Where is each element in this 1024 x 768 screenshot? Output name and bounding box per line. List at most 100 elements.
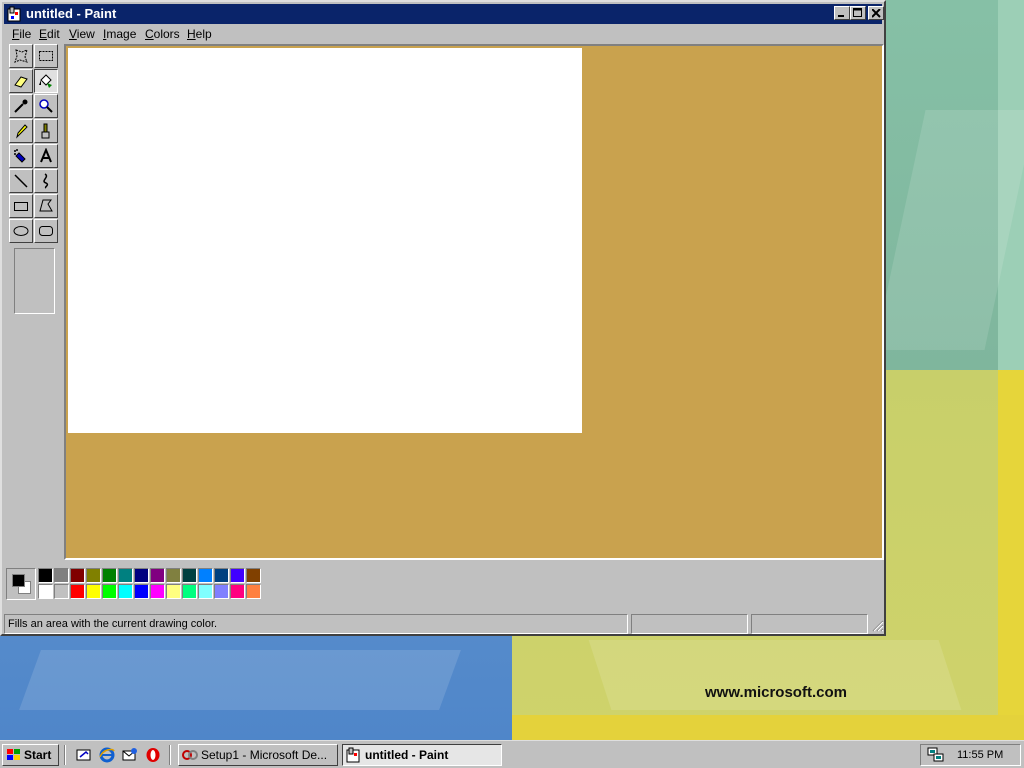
tool-fill-with-color[interactable]: [34, 69, 58, 93]
menu-view[interactable]: View: [69, 27, 95, 41]
drawing-canvas[interactable]: [68, 48, 582, 433]
resize-grip-icon[interactable]: [870, 618, 884, 632]
polygon-icon: [39, 199, 53, 212]
palette-swatch[interactable]: [182, 584, 197, 599]
network-icon[interactable]: [927, 747, 945, 763]
palette-swatch[interactable]: [214, 584, 229, 599]
tool-brush[interactable]: [34, 119, 58, 143]
palette-swatch[interactable]: [102, 568, 117, 583]
palette-swatch[interactable]: [70, 568, 85, 583]
current-colors-indicator[interactable]: [6, 568, 36, 600]
setup-app-icon: [182, 750, 198, 760]
palette-swatch[interactable]: [86, 568, 101, 583]
tool-pick-color[interactable]: [9, 94, 33, 118]
eraser-icon: [14, 76, 28, 88]
palette-swatch[interactable]: [118, 584, 133, 599]
tool-polygon[interactable]: [34, 194, 58, 218]
taskbar-task-paint[interactable]: untitled - Paint: [342, 744, 502, 766]
minimize-icon: [838, 15, 844, 17]
palette-swatch[interactable]: [230, 584, 245, 599]
rounded-rectangle-icon: [39, 226, 53, 236]
menu-file[interactable]: File: [12, 27, 31, 41]
palette-swatch[interactable]: [118, 568, 133, 583]
wallpaper-yellow-bar: [998, 370, 1024, 740]
ellipse-icon: [13, 226, 29, 236]
tool-curve[interactable]: [34, 169, 58, 193]
title-bar[interactable]: untitled - Paint: [4, 4, 884, 24]
status-bar: Fills an area with the current drawing c…: [4, 612, 884, 634]
outlook-express-icon[interactable]: [122, 747, 138, 763]
close-icon: [872, 9, 881, 18]
paint-window: untitled - Paint File Edit View Image Co…: [0, 0, 886, 636]
tool-options-box[interactable]: [14, 248, 55, 314]
opera-icon[interactable]: [145, 747, 161, 763]
brush-icon: [41, 123, 50, 139]
palette-swatch[interactable]: [38, 568, 53, 583]
airbrush-icon: [14, 149, 26, 163]
tool-rounded-rectangle[interactable]: [34, 219, 58, 243]
maximize-icon: [853, 8, 862, 17]
magnifier-icon: [39, 99, 53, 113]
tool-select[interactable]: [34, 44, 58, 68]
palette-swatch[interactable]: [246, 568, 261, 583]
tool-magnifier[interactable]: [34, 94, 58, 118]
tool-pencil[interactable]: [9, 119, 33, 143]
tool-free-form-select[interactable]: [9, 44, 33, 68]
tool-eraser[interactable]: [9, 69, 33, 93]
tool-rectangle[interactable]: [9, 194, 33, 218]
pencil-icon: [16, 124, 28, 139]
palette-swatch[interactable]: [86, 584, 101, 599]
rectangle-icon: [14, 202, 28, 211]
foreground-color-swatch: [12, 574, 25, 587]
palette-swatch[interactable]: [134, 584, 149, 599]
curve-icon: [43, 173, 49, 189]
tool-text[interactable]: [34, 144, 58, 168]
palette-swatch[interactable]: [150, 568, 165, 583]
palette-swatch[interactable]: [214, 568, 229, 583]
minimize-button[interactable]: [834, 6, 850, 20]
line-icon: [14, 174, 28, 188]
internet-explorer-icon[interactable]: [99, 747, 115, 763]
show-desktop-icon[interactable]: [76, 747, 92, 763]
palette-swatch[interactable]: [246, 584, 261, 599]
menu-help[interactable]: Help: [187, 27, 212, 41]
status-text: Fills an area with the current drawing c…: [4, 614, 628, 634]
window-title: untitled - Paint: [26, 6, 117, 21]
tool-ellipse[interactable]: [9, 219, 33, 243]
palette-swatch[interactable]: [134, 568, 149, 583]
task-label: untitled - Paint: [365, 748, 449, 762]
text-icon: [40, 148, 52, 163]
menu-colors[interactable]: Colors: [145, 27, 180, 41]
menu-image[interactable]: Image: [103, 27, 136, 41]
palette-swatch[interactable]: [150, 584, 165, 599]
status-position: [631, 614, 748, 634]
palette-swatch[interactable]: [54, 584, 69, 599]
system-tray: 11:55 PM: [920, 744, 1021, 766]
palette-swatch[interactable]: [102, 584, 117, 599]
wallpaper-shape: [19, 650, 461, 710]
start-button[interactable]: Start: [2, 744, 59, 766]
menu-edit[interactable]: Edit: [39, 27, 60, 41]
palette-swatch[interactable]: [230, 568, 245, 583]
canvas-workspace[interactable]: [64, 44, 884, 560]
palette-swatch[interactable]: [166, 568, 181, 583]
palette-swatch[interactable]: [198, 568, 213, 583]
palette-swatch[interactable]: [182, 568, 197, 583]
tool-line[interactable]: [9, 169, 33, 193]
palette-swatch[interactable]: [198, 584, 213, 599]
maximize-button[interactable]: [850, 6, 866, 20]
pick-color-icon: [14, 99, 28, 113]
taskbar-task-setup1[interactable]: Setup1 - Microsoft De...: [178, 744, 338, 766]
palette-swatch[interactable]: [38, 584, 53, 599]
free-form-select-icon: [14, 49, 28, 63]
paint-app-icon: [7, 6, 21, 22]
taskbar-separator: [169, 745, 171, 765]
close-button[interactable]: [868, 6, 884, 20]
palette-swatch[interactable]: [70, 584, 85, 599]
taskbar-clock[interactable]: 11:55 PM: [957, 749, 1003, 761]
tool-airbrush[interactable]: [9, 144, 33, 168]
palette-swatch[interactable]: [54, 568, 69, 583]
wallpaper-yellow-bottom: [512, 715, 1024, 740]
wallpaper-url-text: www.microsoft.com: [705, 684, 847, 701]
palette-swatch[interactable]: [166, 584, 181, 599]
